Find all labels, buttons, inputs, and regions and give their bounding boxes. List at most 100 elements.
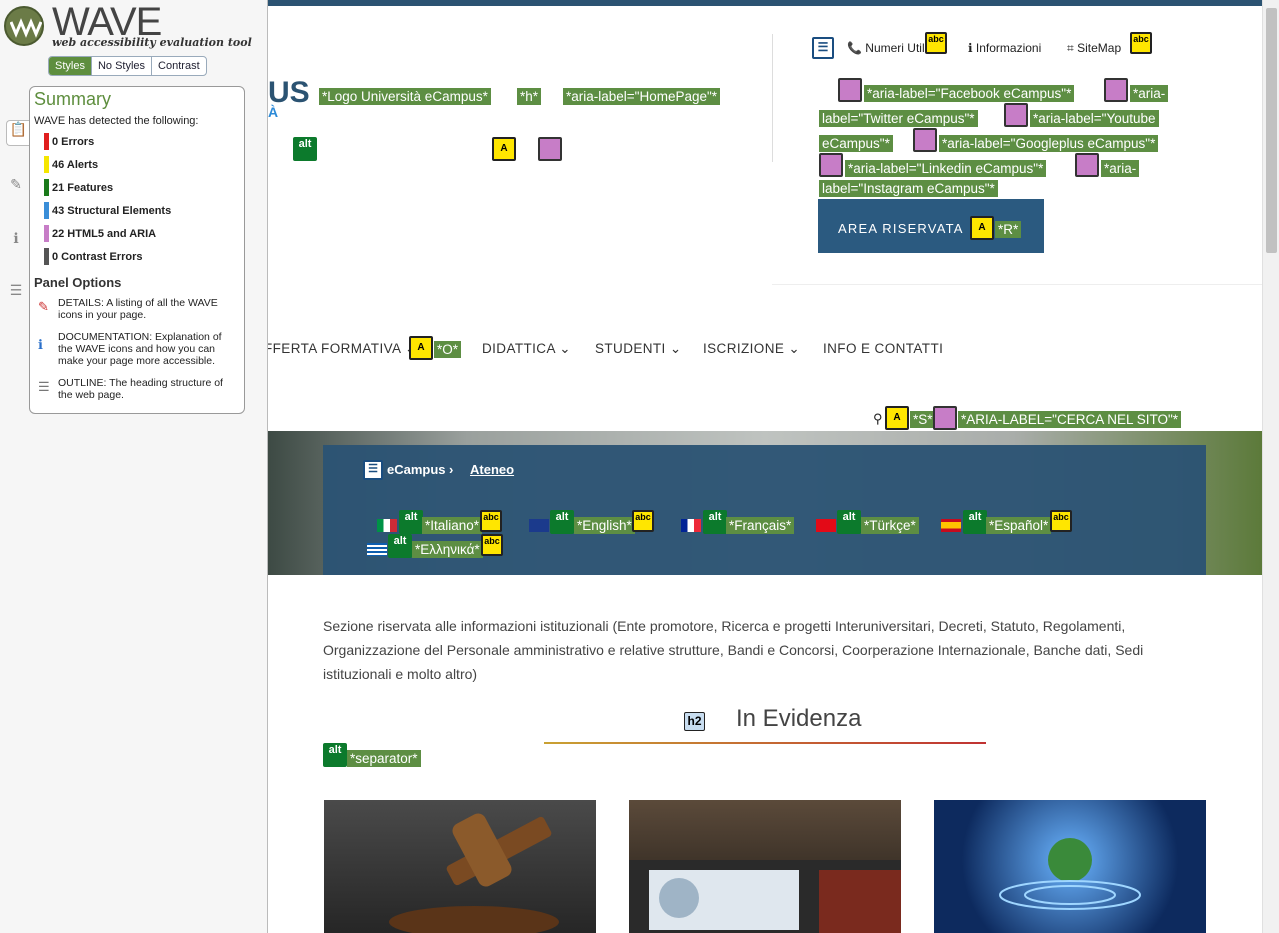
- stat-alerts[interactable]: 46 Alerts: [44, 156, 98, 173]
- nav-studenti[interactable]: STUDENTI ⌄: [595, 341, 682, 357]
- summary-title: Summary: [34, 89, 112, 109]
- informazioni-link[interactable]: ℹ Informazioni: [968, 41, 1041, 55]
- lang-francais[interactable]: *Français*: [726, 517, 795, 534]
- heading-underline: [544, 742, 986, 744]
- scrollbar-thumb[interactable]: [1266, 8, 1277, 253]
- option-details[interactable]: DETAILS: A listing of all the WAVE icons…: [58, 297, 238, 321]
- aria-label-icon[interactable]: [1004, 103, 1028, 127]
- aria-label-icon[interactable]: [933, 406, 957, 430]
- alt-icon[interactable]: alt: [837, 510, 861, 534]
- stat-aria[interactable]: 22 HTML5 and ARIA: [44, 225, 156, 242]
- abc-icon[interactable]: abc: [925, 32, 947, 54]
- area-riservata-label: *R*: [995, 221, 1022, 238]
- abc-icon[interactable]: abc: [1130, 32, 1152, 54]
- lang-espanol[interactable]: *Español*: [986, 517, 1052, 534]
- logo-h-label: *h*: [517, 88, 542, 105]
- wave-view-toggle: Styles No Styles Contrast: [48, 56, 207, 76]
- alert-link-icon[interactable]: A: [885, 406, 909, 430]
- search-label: *S*: [910, 411, 936, 428]
- stat-errors[interactable]: 0 Errors: [44, 133, 94, 150]
- page-viewport: US À *Logo Università eCampus* *h* *aria…: [268, 0, 1262, 933]
- option-outline[interactable]: OUTLINE: The heading structure of the we…: [58, 377, 238, 401]
- alt-icon[interactable]: alt: [293, 137, 317, 161]
- alert-link-icon[interactable]: A: [492, 137, 516, 161]
- option-documentation[interactable]: DOCUMENTATION: Explanation of the WAVE i…: [58, 331, 238, 367]
- spain-flag-icon[interactable]: [941, 519, 961, 532]
- alert-link-icon[interactable]: A: [970, 216, 994, 240]
- styles-button[interactable]: Styles: [49, 57, 92, 75]
- youtube-aria-label-end: eCampus"*: [819, 135, 893, 152]
- alt-icon[interactable]: alt: [963, 510, 987, 534]
- summary-tab-icon[interactable]: 📋: [6, 120, 30, 146]
- breadcrumb-separator-icon: ›: [449, 462, 454, 477]
- aria-label-icon[interactable]: [538, 137, 562, 161]
- alert-link-icon[interactable]: A: [409, 336, 433, 360]
- intro-text: Sezione riservata alle informazioni isti…: [323, 618, 1144, 682]
- alt-icon[interactable]: alt: [323, 743, 347, 767]
- linkedin-aria-label: *aria-label="Linkedin eCampus"*: [845, 160, 1047, 177]
- instagram-aria-label-start: *aria-: [1101, 160, 1140, 177]
- turkey-flag-icon[interactable]: [816, 519, 836, 532]
- abc-icon[interactable]: abc: [481, 534, 503, 556]
- aria-label-icon[interactable]: [838, 78, 862, 102]
- youtube-aria-label: *aria-label="Youtube: [1030, 110, 1159, 127]
- numeri-utili-link[interactable]: 📞 Numeri Utili: [847, 41, 927, 55]
- nav-info-contatti[interactable]: INFO E CONTATTI: [823, 341, 943, 356]
- card-image-gavel[interactable]: [324, 800, 596, 933]
- details-tab-icon[interactable]: ✎: [6, 176, 26, 196]
- abc-icon[interactable]: abc: [1050, 510, 1072, 532]
- alt-icon[interactable]: alt: [703, 510, 727, 534]
- nav-iscrizione[interactable]: ISCRIZIONE ⌄: [703, 341, 800, 357]
- documentation-icon: ℹ: [38, 337, 43, 352]
- list-structure-icon[interactable]: ☰: [812, 37, 834, 59]
- sitemap-link[interactable]: ⌗ SiteMap: [1067, 41, 1121, 56]
- outline-tab-icon[interactable]: ☰: [6, 282, 26, 302]
- breadcrumb-ateneo[interactable]: Ateneo: [470, 462, 514, 477]
- search-icon[interactable]: ⚲: [873, 411, 883, 427]
- aria-label-icon[interactable]: [1075, 153, 1099, 177]
- twitter-aria-label-start: *aria-: [1130, 85, 1169, 102]
- aria-label-icon[interactable]: [819, 153, 843, 177]
- homepage-aria-label: *aria-label="HomePage"*: [563, 88, 721, 105]
- googleplus-aria-label: *aria-label="Googleplus eCampus"*: [939, 135, 1159, 152]
- page-scrollbar[interactable]: [1262, 0, 1279, 933]
- outline-icon: ☰: [38, 379, 50, 394]
- stat-structural[interactable]: 43 Structural Elements: [44, 202, 171, 219]
- contrast-button[interactable]: Contrast: [152, 57, 206, 75]
- summary-panel: Summary WAVE has detected the following:…: [29, 86, 245, 414]
- no-styles-button[interactable]: No Styles: [92, 57, 153, 75]
- stat-features[interactable]: 21 Features: [44, 179, 113, 196]
- nav-didattica[interactable]: DIDATTICA ⌄: [482, 341, 571, 357]
- list-structure-icon[interactable]: ☰: [363, 460, 383, 480]
- lang-greek[interactable]: *Ελληνικά*: [412, 541, 483, 558]
- lang-english[interactable]: *English*: [574, 517, 635, 534]
- lang-italiano[interactable]: *Italiano*: [422, 517, 483, 534]
- greece-flag-icon[interactable]: [367, 543, 387, 556]
- documentation-tab-icon[interactable]: ℹ: [6, 230, 26, 250]
- france-flag-icon[interactable]: [681, 519, 701, 532]
- nav-offerta-formativa[interactable]: FFERTA FORMATIVA ⌄: [268, 341, 417, 357]
- header-separator: [772, 284, 1262, 285]
- wave-sidebar: WAVE web accessibility evaluation tool S…: [0, 0, 268, 933]
- italy-flag-icon[interactable]: [377, 519, 397, 532]
- search-aria-label: *ARIA-LABEL="CERCA NEL SITO"*: [958, 411, 1182, 428]
- abc-icon[interactable]: abc: [632, 510, 654, 532]
- stat-contrast[interactable]: 0 Contrast Errors: [44, 248, 142, 265]
- uk-flag-icon[interactable]: [529, 519, 549, 532]
- breadcrumb-home[interactable]: eCampus: [387, 462, 446, 477]
- h2-icon[interactable]: h2: [684, 712, 705, 731]
- alt-icon[interactable]: alt: [399, 510, 423, 534]
- section-heading: In Evidenza: [736, 705, 862, 732]
- card-image-network[interactable]: [934, 800, 1206, 933]
- alt-icon[interactable]: alt: [388, 534, 412, 558]
- abc-icon[interactable]: abc: [480, 510, 502, 532]
- alt-icon[interactable]: alt: [550, 510, 574, 534]
- card-image-ecampus[interactable]: [629, 800, 901, 933]
- logo-alt-label: *Logo Università eCampus*: [319, 88, 491, 105]
- wave-subtitle: web accessibility evaluation tool: [52, 36, 252, 49]
- aria-label-icon[interactable]: [1104, 78, 1128, 102]
- offerta-label: *O*: [434, 341, 462, 358]
- lang-turkce[interactable]: *Türkçe*: [861, 517, 919, 534]
- instagram-aria-label: label="Instagram eCampus"*: [819, 180, 998, 197]
- aria-label-icon[interactable]: [913, 128, 937, 152]
